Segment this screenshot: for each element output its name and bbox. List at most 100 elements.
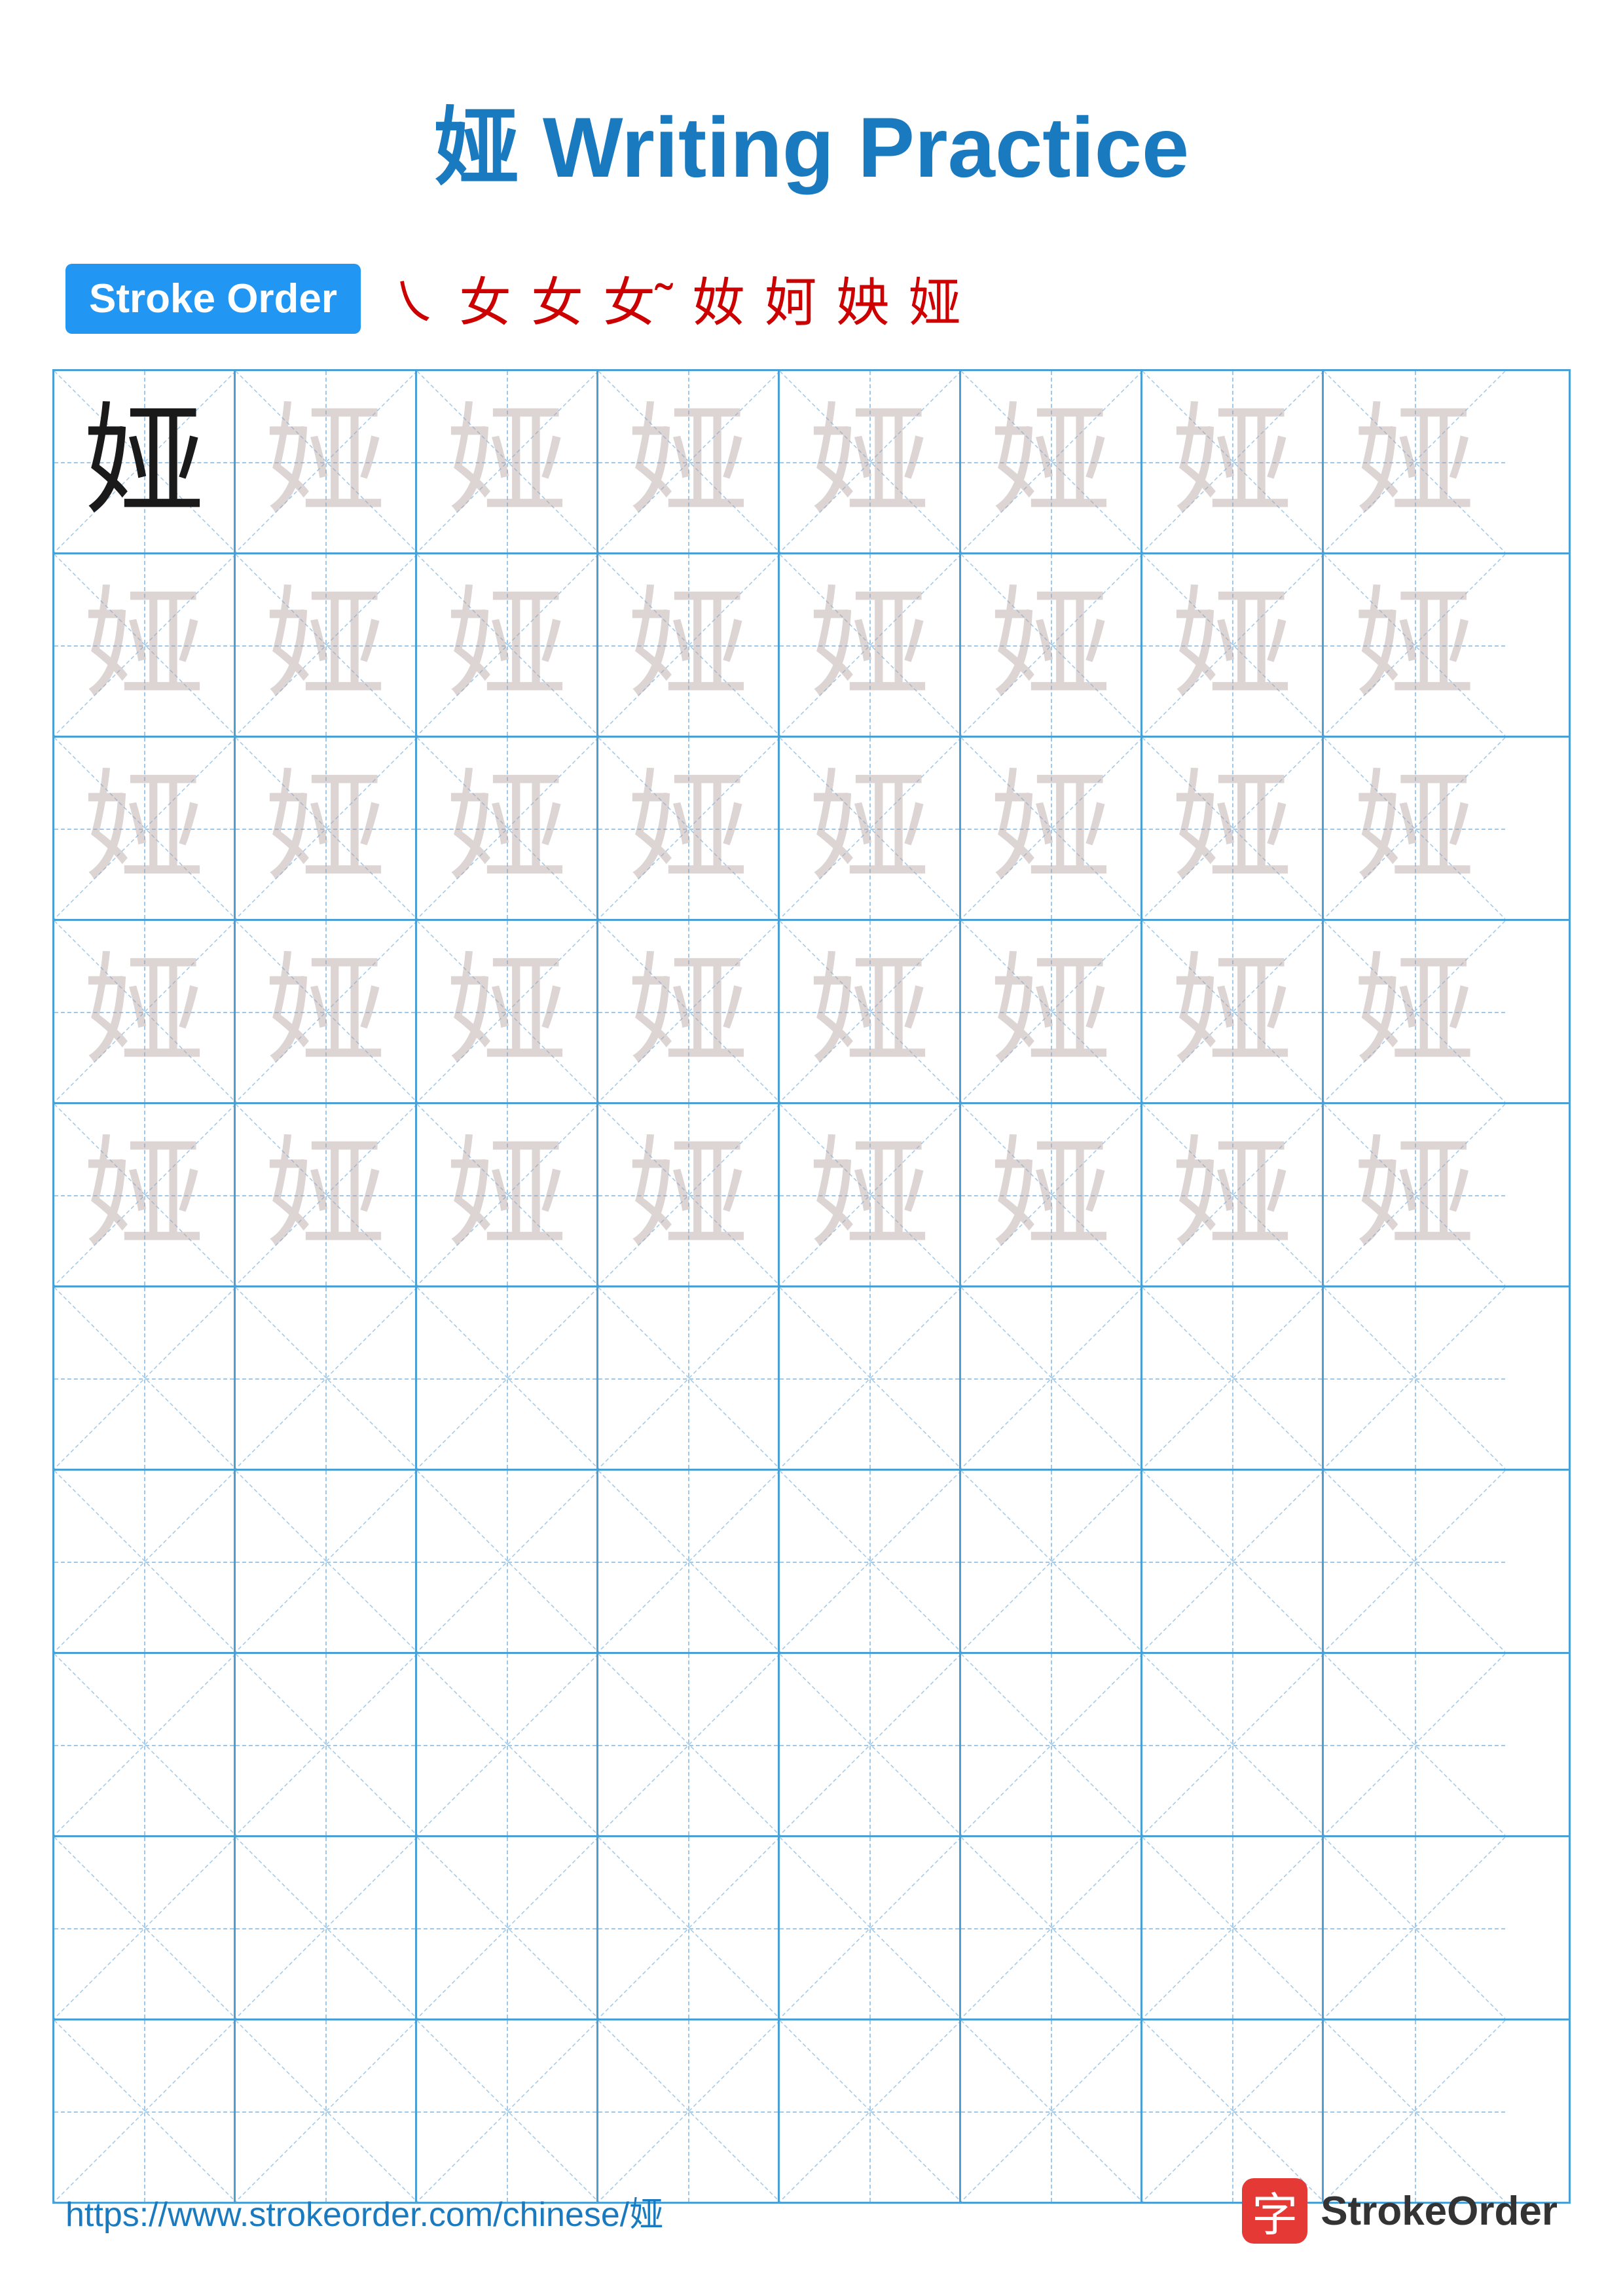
practice-char: 娅	[447, 401, 568, 522]
grid-cell[interactable]	[417, 1471, 598, 1652]
practice-char: 娅	[991, 768, 1112, 889]
grid-cell[interactable]	[236, 1837, 417, 2018]
grid-cell[interactable]	[1324, 1471, 1505, 1652]
grid-cell[interactable]	[961, 1837, 1142, 2018]
grid-cell[interactable]: 娅	[417, 738, 598, 919]
grid-cell[interactable]	[54, 1471, 236, 1652]
grid-cell[interactable]	[598, 1837, 780, 2018]
grid-cell[interactable]: 娅	[236, 738, 417, 919]
grid-cell[interactable]	[236, 1654, 417, 1835]
grid-cell[interactable]	[780, 1837, 961, 2018]
grid-cell[interactable]: 娅	[417, 371, 598, 552]
grid-cell[interactable]: 娅	[780, 1104, 961, 1285]
grid-cell[interactable]: 娅	[1142, 371, 1324, 552]
title-char: 娅	[434, 99, 543, 195]
grid-cell[interactable]	[54, 1837, 236, 2018]
grid-cell[interactable]: 娅	[961, 371, 1142, 552]
grid-cell[interactable]: 娅	[1324, 1104, 1505, 1285]
grid-cell[interactable]	[598, 1471, 780, 1652]
grid-cell[interactable]: 娅	[54, 738, 236, 919]
grid-cell[interactable]	[54, 1287, 236, 1469]
grid-cell[interactable]: 娅	[54, 921, 236, 1102]
grid-cell[interactable]: 娅	[417, 1104, 598, 1285]
grid-cell[interactable]	[1324, 2020, 1505, 2202]
grid-cell[interactable]: 娅	[236, 554, 417, 736]
grid-cell[interactable]	[1142, 1654, 1324, 1835]
practice-char: 娅	[84, 768, 205, 889]
grid-cell[interactable]: 娅	[236, 1104, 417, 1285]
grid-cell[interactable]	[1142, 1837, 1324, 2018]
grid-cell[interactable]: 娅	[417, 554, 598, 736]
stroke-5: 奻	[693, 260, 745, 336]
grid-cell[interactable]	[236, 1471, 417, 1652]
grid-cell[interactable]: 娅	[54, 1104, 236, 1285]
grid-cell[interactable]: 娅	[54, 371, 236, 552]
grid-cell[interactable]: 娅	[780, 554, 961, 736]
stroke-6: 妸	[765, 260, 817, 336]
grid-cell[interactable]	[961, 1287, 1142, 1469]
practice-char: 娅	[265, 768, 386, 889]
grid-cell[interactable]	[780, 1654, 961, 1835]
grid-cell[interactable]	[54, 1654, 236, 1835]
practice-char: 娅	[628, 584, 749, 706]
grid-cell[interactable]: 娅	[417, 921, 598, 1102]
practice-char: 娅	[1354, 584, 1475, 706]
grid-cell[interactable]	[598, 1654, 780, 1835]
grid-cell[interactable]	[780, 1471, 961, 1652]
grid-cell[interactable]: 娅	[236, 921, 417, 1102]
grid-cell[interactable]: 娅	[1142, 554, 1324, 736]
grid-cell[interactable]	[417, 1654, 598, 1835]
grid-cell[interactable]: 娅	[598, 554, 780, 736]
practice-char: 娅	[84, 951, 205, 1072]
grid-cell[interactable]: 娅	[598, 921, 780, 1102]
writing-grid: 娅 娅 娅 娅 娅 娅 娅 娅	[52, 369, 1571, 2204]
grid-cell[interactable]: 娅	[598, 371, 780, 552]
grid-cell[interactable]	[598, 1287, 780, 1469]
grid-cell[interactable]: 娅	[1324, 371, 1505, 552]
practice-char: 娅	[84, 401, 205, 522]
grid-cell[interactable]	[236, 1287, 417, 1469]
practice-char: 娅	[809, 401, 930, 522]
grid-cell[interactable]	[1142, 2020, 1324, 2202]
practice-char: 娅	[84, 1134, 205, 1255]
grid-cell[interactable]	[598, 2020, 780, 2202]
grid-cell[interactable]: 娅	[1324, 738, 1505, 919]
grid-cell[interactable]	[961, 1471, 1142, 1652]
grid-cell[interactable]	[780, 2020, 961, 2202]
footer-url[interactable]: https://www.strokeorder.com/chinese/娅	[65, 2187, 663, 2236]
grid-cell[interactable]: 娅	[598, 1104, 780, 1285]
grid-cell[interactable]	[1324, 1837, 1505, 2018]
grid-cell[interactable]: 娅	[961, 1104, 1142, 1285]
grid-cell[interactable]: 娅	[598, 738, 780, 919]
grid-cell[interactable]	[54, 2020, 236, 2202]
grid-cell[interactable]	[236, 2020, 417, 2202]
grid-cell[interactable]: 娅	[961, 921, 1142, 1102]
grid-cell[interactable]: 娅	[54, 554, 236, 736]
grid-cell[interactable]: 娅	[1142, 921, 1324, 1102]
grid-cell[interactable]	[1324, 1287, 1505, 1469]
grid-row	[54, 2020, 1569, 2202]
grid-cell[interactable]	[417, 1837, 598, 2018]
grid-cell[interactable]: 娅	[1142, 1104, 1324, 1285]
grid-cell[interactable]	[1142, 1471, 1324, 1652]
grid-cell[interactable]: 娅	[961, 738, 1142, 919]
grid-cell[interactable]	[780, 1287, 961, 1469]
grid-cell[interactable]	[961, 2020, 1142, 2202]
stroke-order-badge: Stroke Order	[65, 264, 361, 334]
grid-row	[54, 1471, 1569, 1654]
grid-cell[interactable]: 娅	[961, 554, 1142, 736]
grid-cell[interactable]: 娅	[1324, 554, 1505, 736]
grid-cell[interactable]: 娅	[780, 921, 961, 1102]
grid-cell[interactable]: 娅	[780, 371, 961, 552]
grid-cell[interactable]	[417, 1287, 598, 1469]
grid-cell[interactable]: 娅	[780, 738, 961, 919]
grid-cell[interactable]: 娅	[1142, 738, 1324, 919]
grid-cell[interactable]	[961, 1654, 1142, 1835]
grid-cell[interactable]: 娅	[236, 371, 417, 552]
grid-cell[interactable]: 娅	[1324, 921, 1505, 1102]
grid-row: 娅 娅 娅 娅 娅 娅 娅 娅	[54, 921, 1569, 1104]
grid-cell[interactable]	[417, 2020, 598, 2202]
grid-cell[interactable]	[1324, 1654, 1505, 1835]
grid-row	[54, 1837, 1569, 2020]
grid-cell[interactable]	[1142, 1287, 1324, 1469]
